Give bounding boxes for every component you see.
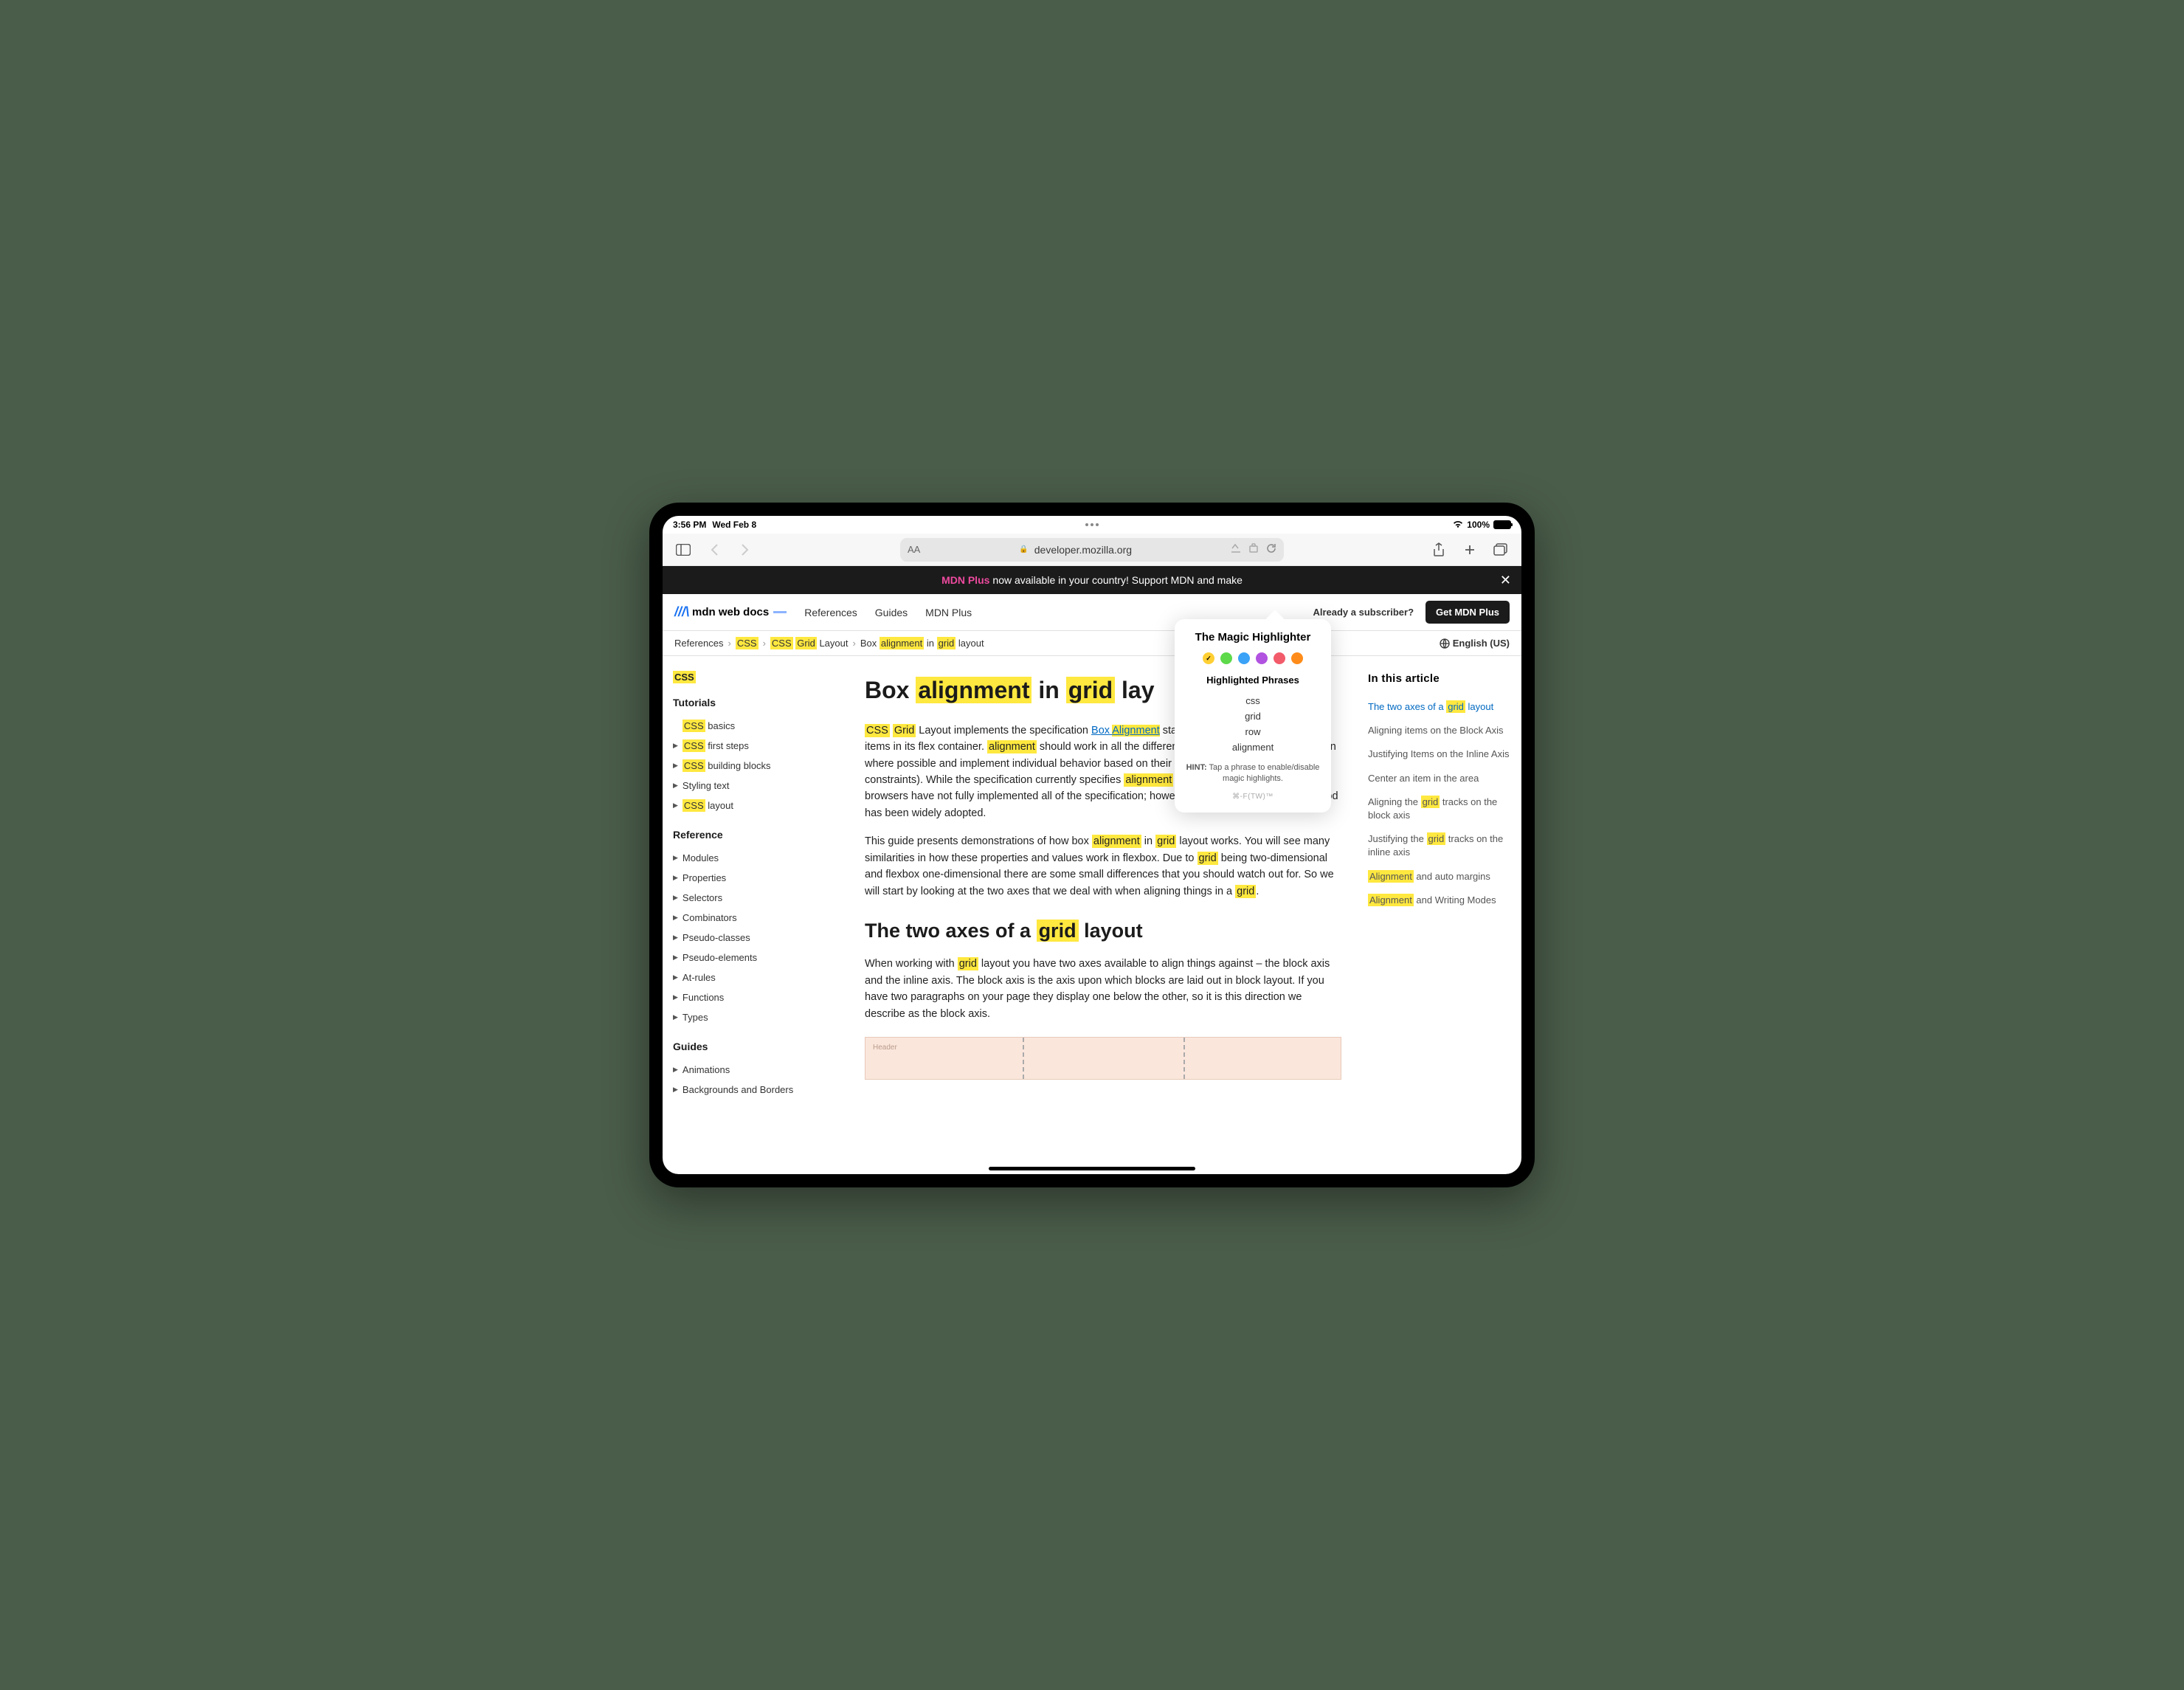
url-domain: developer.mozilla.org	[1034, 544, 1132, 556]
sidebar-item[interactable]: ▶Selectors	[673, 888, 837, 908]
color-swatch[interactable]	[1291, 652, 1303, 664]
color-swatch[interactable]	[1274, 652, 1285, 664]
status-bar: 3:56 PM Wed Feb 8 100%	[663, 516, 1521, 534]
lock-icon: 🔒	[1019, 545, 1028, 553]
sidebar-item[interactable]: ▶Types	[673, 1007, 837, 1027]
sb-heading-tutorials: Tutorials	[673, 697, 837, 708]
reload-icon[interactable]	[1266, 543, 1276, 556]
language-select[interactable]: English (US)	[1440, 638, 1510, 649]
toc-item[interactable]: Aligning the grid tracks on the block ax…	[1368, 790, 1513, 827]
banner-brand: MDN Plus	[941, 574, 989, 586]
toc-heading: In this article	[1368, 672, 1513, 685]
crumb-css[interactable]: CSS	[736, 638, 758, 649]
sidebar-item[interactable]: ▶Pseudo-elements	[673, 948, 837, 968]
popover-subheading: Highlighted Phrases	[1185, 675, 1321, 686]
site-navbar: ///\ mdn web docs References Guides MDN …	[663, 594, 1521, 631]
sidebar-item[interactable]: ▶Modules	[673, 848, 837, 868]
sb-heading-reference: Reference	[673, 829, 837, 841]
sidebar-item[interactable]: ▶Animations	[673, 1060, 837, 1080]
wifi-icon	[1453, 521, 1463, 528]
sidebar-item[interactable]: ▶Properties	[673, 868, 837, 888]
sidebar-item[interactable]: ▶Functions	[673, 987, 837, 1007]
promo-banner: MDN Plus now available in your country! …	[663, 566, 1521, 594]
color-row: ✓	[1185, 652, 1321, 664]
sidebar-tag[interactable]: CSS	[673, 671, 696, 683]
tabs-icon[interactable]	[1489, 538, 1513, 562]
extension-icon[interactable]	[1248, 543, 1259, 556]
safari-toolbar: AA 🔒 developer.mozilla.org	[663, 534, 1521, 566]
highlighter-popover: The Magic Highlighter ✓ Highlighted Phra…	[1175, 619, 1331, 813]
table-of-contents: In this article The two axes of a grid l…	[1359, 656, 1521, 1174]
subscriber-link[interactable]: Already a subscriber?	[1313, 607, 1414, 618]
home-indicator[interactable]	[989, 1167, 1195, 1170]
sidebar-toggle-icon[interactable]	[671, 538, 695, 562]
toc-item[interactable]: The two axes of a grid layout	[1368, 695, 1513, 719]
paragraph-2: This guide presents demonstrations of ho…	[865, 833, 1341, 900]
toc-item[interactable]: Aligning items on the Block Axis	[1368, 719, 1513, 742]
crumb-current: Box alignment in grid layout	[860, 638, 984, 649]
phrase-item[interactable]: alignment	[1185, 739, 1321, 755]
toc-item[interactable]: Justifying the grid tracks on the inline…	[1368, 827, 1513, 864]
color-swatch[interactable]: ✓	[1203, 652, 1214, 664]
sidebar-item[interactable]: ▶CSS first steps	[673, 736, 837, 756]
back-button[interactable]	[702, 538, 726, 562]
forward-button[interactable]	[733, 538, 757, 562]
nav-guides[interactable]: Guides	[875, 607, 908, 618]
color-swatch[interactable]	[1220, 652, 1232, 664]
left-sidebar: CSS Tutorials ▶CSS basics▶CSS first step…	[663, 656, 847, 1174]
sidebar-item[interactable]: ▶CSS basics	[673, 716, 837, 736]
figure-header-diagram: Header	[865, 1037, 1341, 1080]
nav-mdnplus[interactable]: MDN Plus	[925, 607, 972, 618]
status-time: 3:56 PM	[673, 520, 706, 530]
popover-brand: ⌘-F(TW)™	[1185, 793, 1321, 801]
popover-hint: HINT: Tap a phrase to enable/disable mag…	[1185, 762, 1321, 785]
color-swatch[interactable]	[1256, 652, 1268, 664]
translate-icon[interactable]	[1231, 543, 1241, 556]
toc-item[interactable]: Center an item in the area	[1368, 767, 1513, 790]
popover-title: The Magic Highlighter	[1185, 631, 1321, 644]
breadcrumb: References › CSS › CSS Grid Layout › Box…	[663, 631, 1521, 656]
toc-item[interactable]: Alignment and auto margins	[1368, 865, 1513, 889]
sb-heading-guides: Guides	[673, 1041, 837, 1052]
get-mdn-plus-button[interactable]: Get MDN Plus	[1426, 601, 1510, 624]
mdn-logo[interactable]: ///\ mdn web docs	[674, 604, 787, 620]
status-date: Wed Feb 8	[712, 520, 756, 530]
battery-pct: 100%	[1467, 520, 1490, 530]
crumb-references[interactable]: References	[674, 638, 723, 649]
toc-item[interactable]: Justifying Items on the Inline Axis	[1368, 742, 1513, 766]
close-icon[interactable]: ✕	[1500, 573, 1511, 588]
share-icon[interactable]	[1427, 538, 1451, 562]
sidebar-item[interactable]: ▶At-rules	[673, 968, 837, 987]
toc-item[interactable]: Alignment and Writing Modes	[1368, 889, 1513, 912]
paragraph-3: When working with grid layout you have t…	[865, 956, 1341, 1022]
link-box-alignment[interactable]: Box Alignment	[1091, 725, 1160, 737]
sidebar-item[interactable]: ▶Combinators	[673, 908, 837, 928]
phrase-item[interactable]: row	[1185, 724, 1321, 739]
sidebar-item[interactable]: ▶Styling text	[673, 776, 837, 796]
url-bar[interactable]: AA 🔒 developer.mozilla.org	[900, 538, 1284, 562]
heading-two-axes: The two axes of a grid layout	[865, 916, 1341, 947]
phrase-item[interactable]: css	[1185, 693, 1321, 708]
sidebar-item[interactable]: ▶CSS layout	[673, 796, 837, 815]
battery-icon	[1493, 520, 1511, 529]
phrase-item[interactable]: grid	[1185, 708, 1321, 724]
banner-text: now available in your country! Support M…	[992, 574, 1243, 586]
multitask-dots[interactable]	[1085, 523, 1099, 526]
sidebar-item[interactable]: ▶Backgrounds and Borders	[673, 1080, 837, 1100]
new-tab-icon[interactable]	[1458, 538, 1482, 562]
reader-aa-icon[interactable]: AA	[908, 544, 920, 555]
nav-references[interactable]: References	[804, 607, 857, 618]
crumb-grid-layout[interactable]: CSS Grid Layout	[770, 638, 849, 649]
color-swatch[interactable]	[1238, 652, 1250, 664]
sidebar-item[interactable]: ▶Pseudo-classes	[673, 928, 837, 948]
sidebar-item[interactable]: ▶CSS building blocks	[673, 756, 837, 776]
